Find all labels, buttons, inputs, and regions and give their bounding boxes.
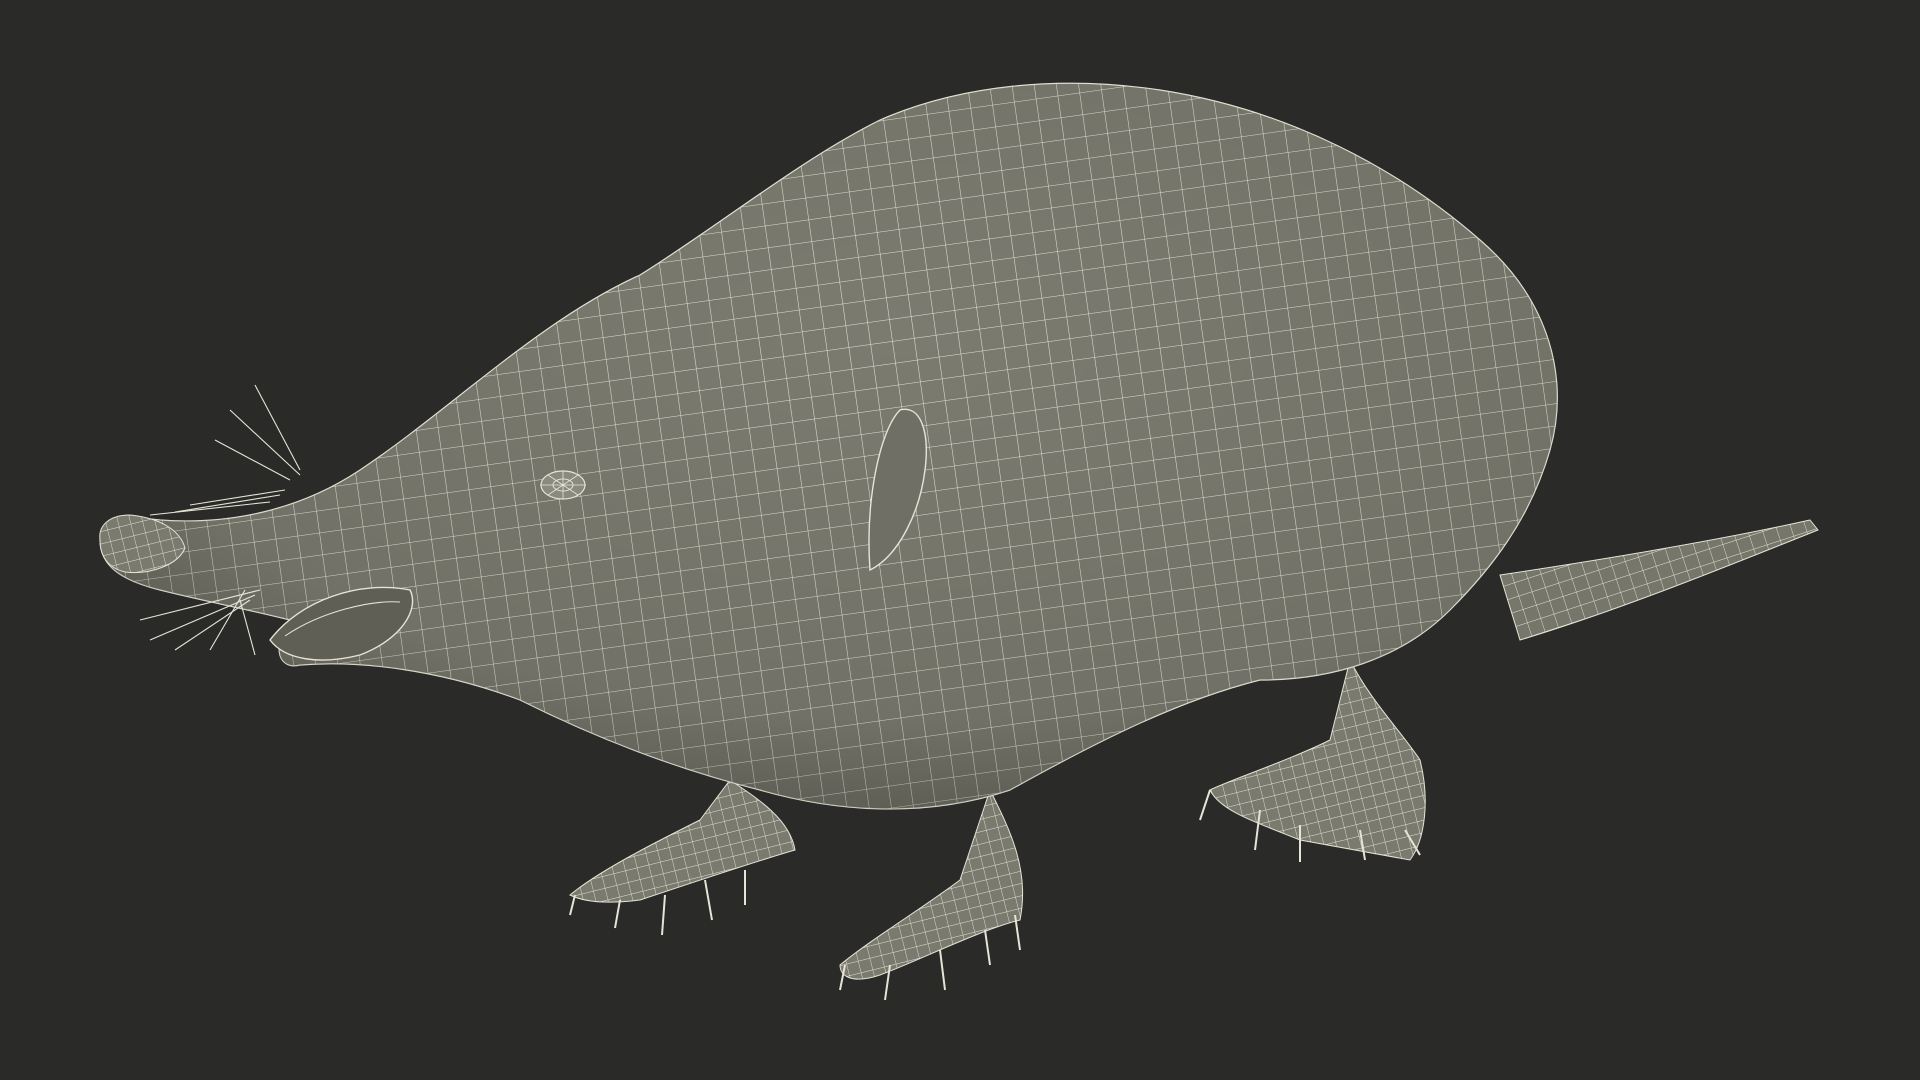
body-shading — [100, 83, 1558, 809]
hind-foot-right — [1199, 658, 1426, 862]
fore-foot-right — [839, 788, 1024, 1001]
wireframe-render — [99, 82, 1819, 1001]
eye — [540, 470, 586, 500]
render-viewport — [0, 0, 1920, 1080]
fore-foot-left — [569, 779, 796, 936]
tail — [1499, 519, 1819, 641]
